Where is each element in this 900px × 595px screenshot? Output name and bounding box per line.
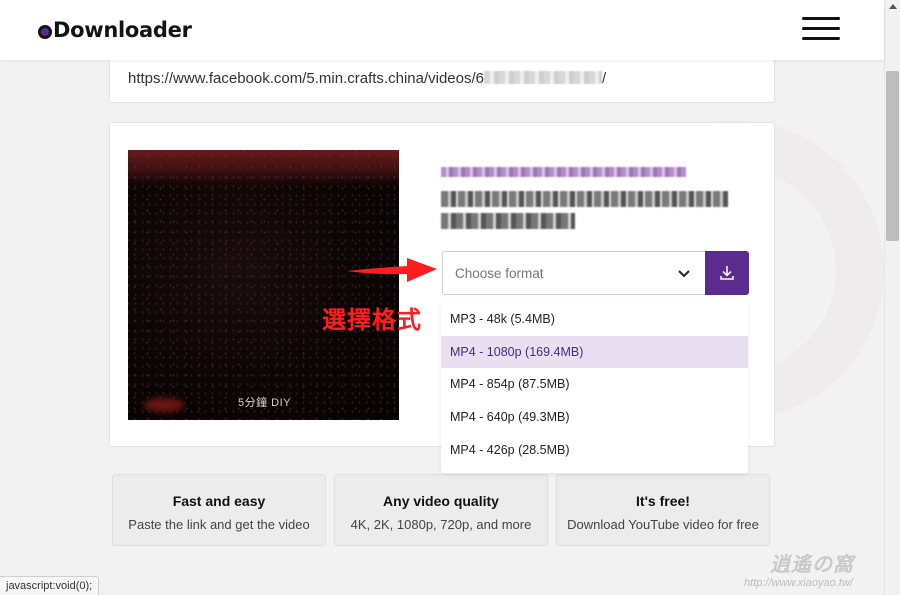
video-title-blurred <box>441 167 686 177</box>
thumbnail-watermark: 5分鐘 DIY <box>238 397 292 409</box>
video-description-blurred <box>441 191 728 207</box>
annotation-label: 選擇格式 <box>322 306 422 334</box>
top-navigation-bar: Downloader <box>0 0 884 60</box>
feature-card-quality: Any video quality 4K, 2K, 1080p, 720p, a… <box>334 474 548 546</box>
logo-mark-icon <box>38 25 52 39</box>
feature-description: Paste the link and get the video <box>128 517 310 532</box>
url-input-card: https://www.facebook.com/5.min.crafts.ch… <box>109 55 775 103</box>
feature-description: Download YouTube video for free <box>567 517 759 532</box>
annotation-arrow-icon <box>347 258 437 282</box>
chevron-down-icon <box>678 270 690 278</box>
watermark-url: http://www.xiaoyao.tw/ <box>744 577 853 589</box>
format-option-mp4-426p[interactable]: MP4 - 426p (28.5MB) <box>441 434 748 466</box>
feature-card-free: It's free! Download YouTube video for fr… <box>556 474 770 546</box>
scrollbar-thumb[interactable] <box>886 71 899 241</box>
browser-status-bar: javascript:void(0); <box>0 576 100 595</box>
video-description-blurred-line2 <box>441 213 575 229</box>
hamburger-menu-icon[interactable] <box>802 17 840 41</box>
url-input-value: https://www.facebook.com/5.min.crafts.ch… <box>128 70 484 87</box>
url-blurred-segment <box>484 71 602 84</box>
feature-description: 4K, 2K, 1080p, 720p, and more <box>350 517 532 532</box>
feature-title: It's free! <box>636 493 690 509</box>
vertical-scrollbar[interactable] <box>884 0 900 595</box>
feature-card-fast: Fast and easy Paste the link and get the… <box>112 474 326 546</box>
download-button[interactable] <box>705 251 749 295</box>
format-dropdown-list: MP3 - 48k (5.4MB) MP4 - 1080p (169.4MB) … <box>441 300 748 473</box>
format-option-mp4-640p[interactable]: MP4 - 640p (49.3MB) <box>441 401 748 433</box>
url-input[interactable]: https://www.facebook.com/5.min.crafts.ch… <box>128 70 606 87</box>
format-option-mp4-1080p[interactable]: MP4 - 1080p (169.4MB) <box>441 336 748 368</box>
format-option-mp3-48k[interactable]: MP3 - 48k (5.4MB) <box>441 303 748 335</box>
scroll-up-arrow-icon[interactable] <box>889 4 897 9</box>
feature-title: Fast and easy <box>172 493 266 509</box>
watermark-title: 逍遙の窩 <box>770 554 854 576</box>
format-select-placeholder: Choose format <box>455 266 544 281</box>
site-logo[interactable]: Downloader <box>38 18 192 42</box>
download-icon <box>720 266 734 280</box>
thumbnail-red-mark <box>144 398 184 412</box>
feature-title: Any video quality <box>383 493 499 509</box>
format-select[interactable]: Choose format <box>442 251 706 295</box>
site-watermark: 逍遙の窩 http://www.xiaoyao.tw/ <box>744 548 854 589</box>
url-input-tail: / <box>602 70 607 87</box>
logo-text: Downloader <box>53 18 192 42</box>
format-option-mp4-854p[interactable]: MP4 - 854p (87.5MB) <box>441 368 748 400</box>
